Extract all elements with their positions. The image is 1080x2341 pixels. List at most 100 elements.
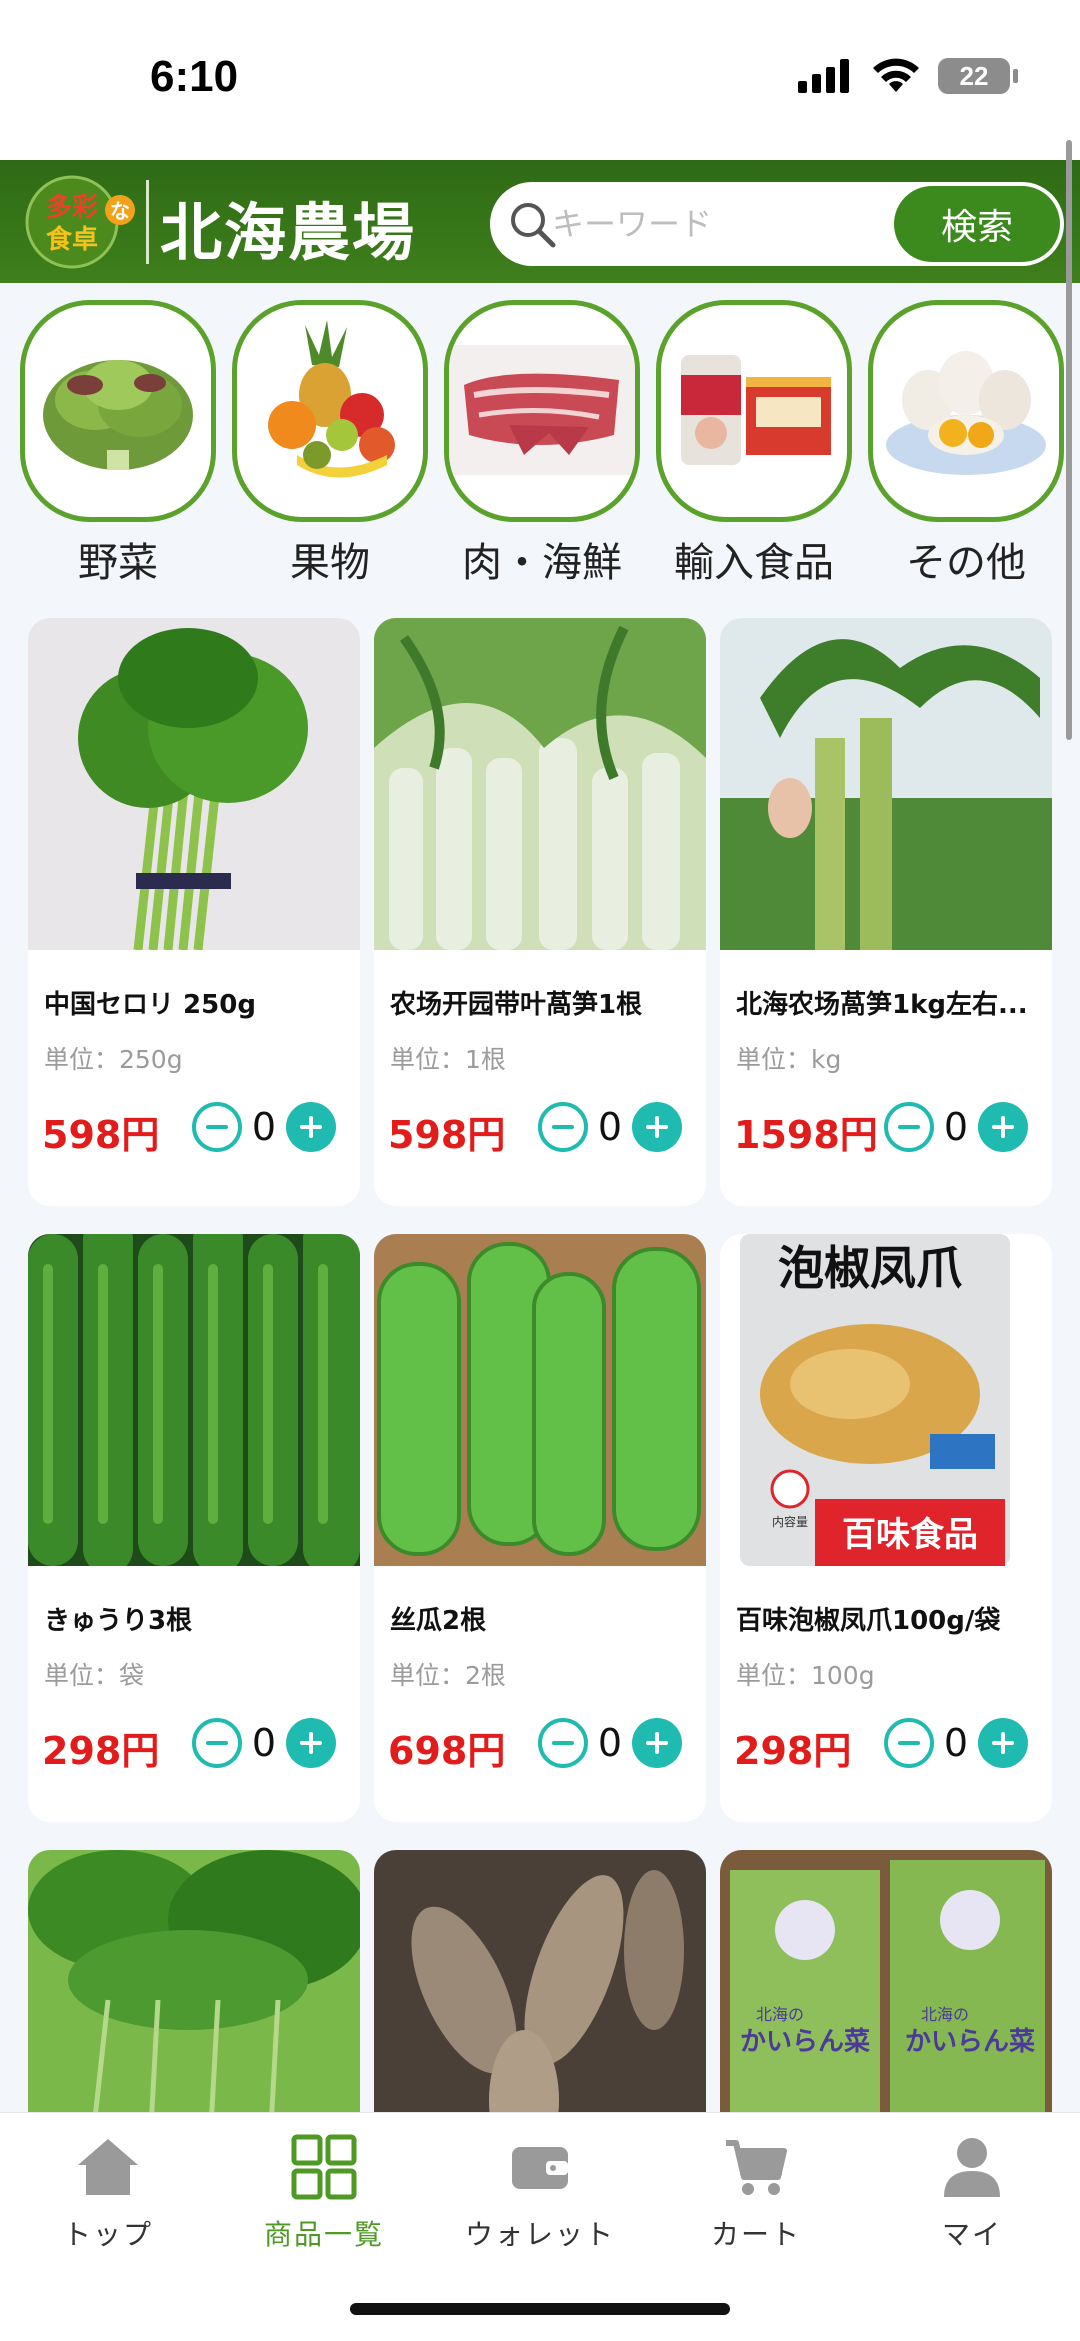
product-card[interactable]: 农场开园带叶萵笋1根 単位：1根 598円 0	[374, 618, 706, 1206]
product-image: 泡椒凤爪 百味食品 内容量	[720, 1234, 1052, 1566]
battery-icon: 22	[938, 58, 1018, 94]
product-name: 中国セロリ 250g	[44, 990, 256, 1020]
search-input[interactable]	[552, 182, 872, 266]
nav-label: トップ	[62, 2218, 153, 2251]
minus-icon[interactable]	[884, 1718, 934, 1768]
wallet-icon	[512, 2147, 568, 2189]
category-bar: 野菜 果物 肉・海鮮 輸入食品 その他	[20, 300, 1064, 590]
quantity-stepper: 0	[538, 1102, 682, 1152]
logo-mark: な	[110, 199, 130, 223]
search-button[interactable]: 検索	[894, 186, 1060, 262]
plus-icon[interactable]	[632, 1102, 682, 1152]
signal-icon	[798, 59, 849, 93]
category-imported-food[interactable]: 輸入食品	[656, 300, 852, 590]
product-unit: 単位：袋	[44, 1661, 145, 1690]
minus-icon[interactable]	[192, 1102, 242, 1152]
product-image	[720, 618, 1052, 950]
product-card[interactable]: 北海农场萵笋1kg左右... 単位：kg 1598円 0	[720, 618, 1052, 1206]
package-title: 泡椒凤爪	[778, 1241, 962, 1295]
quantity-value: 0	[943, 1721, 969, 1765]
minus-icon[interactable]	[192, 1718, 242, 1768]
product-price: 298円	[734, 1729, 852, 1773]
grid-icon	[291, 2134, 357, 2200]
category-meat-seafood[interactable]: 肉・海鮮	[444, 300, 640, 590]
quantity-value: 0	[943, 1105, 969, 1149]
status-time: 6:10	[150, 52, 239, 101]
quantity-stepper: 0	[192, 1102, 336, 1152]
minus-icon[interactable]	[538, 1102, 588, 1152]
nav-item-products[interactable]: 商品一覧	[224, 2133, 424, 2253]
product-image	[374, 1234, 706, 1566]
package-brand: 百味食品	[842, 1515, 978, 1555]
wifi-icon	[873, 58, 919, 92]
nav-label: ウォレット	[464, 2218, 615, 2251]
category-label: その他	[906, 540, 1026, 586]
category-others[interactable]: その他	[868, 300, 1064, 590]
quantity-value: 0	[597, 1721, 623, 1765]
category-label: 野菜	[78, 540, 158, 586]
plus-icon[interactable]	[978, 1102, 1028, 1152]
logo-text-top: 多彩	[46, 193, 98, 223]
minus-icon[interactable]	[884, 1102, 934, 1152]
product-image	[28, 618, 360, 950]
plus-icon[interactable]	[632, 1718, 682, 1768]
category-image	[20, 300, 216, 522]
category-label: 果物	[290, 540, 370, 586]
nav-item-wallet[interactable]: ウォレット	[440, 2133, 640, 2253]
nav-item-top[interactable]: トップ	[8, 2133, 208, 2253]
product-unit: 単位：1根	[390, 1045, 506, 1074]
product-price: 598円	[388, 1113, 506, 1157]
cart-icon	[726, 2140, 787, 2195]
plus-icon[interactable]	[286, 1102, 336, 1152]
product-card[interactable]: 丝瓜2根 単位：2根 698円 0	[374, 1234, 706, 1822]
product-unit: 単位：100g	[736, 1661, 875, 1690]
product-price: 698円	[388, 1729, 506, 1773]
plus-icon[interactable]	[286, 1718, 336, 1768]
app-header: 多彩 食卓 な 北海農場 検索	[0, 160, 1080, 283]
fruit-image	[268, 320, 395, 478]
quantity-value: 0	[251, 1105, 277, 1149]
quantity-stepper: 0	[884, 1102, 1028, 1152]
imported-food-image	[681, 355, 831, 465]
category-image	[868, 300, 1064, 522]
bag-text: かいらん菜	[740, 2027, 870, 2057]
bag-small-text: 北海の	[921, 2005, 969, 2024]
search-icon	[511, 203, 556, 248]
category-vegetables[interactable]: 野菜	[20, 300, 216, 590]
user-icon	[944, 2138, 1000, 2197]
product-unit: 単位：2根	[390, 1661, 506, 1690]
logo-badge[interactable]: 多彩 食卓 な	[12, 174, 136, 270]
product-grid: 中国セロリ 250g 単位：250g 598円 0 农场开园带叶萵笋1根 単位：…	[28, 618, 1052, 2341]
bag-small-text: 北海の	[756, 2005, 804, 2024]
home-icon	[78, 2139, 138, 2195]
category-fruits[interactable]: 果物	[232, 300, 428, 590]
quantity-stepper: 0	[192, 1718, 336, 1768]
minus-icon[interactable]	[538, 1718, 588, 1768]
plus-icon[interactable]	[978, 1718, 1028, 1768]
quantity-stepper: 0	[884, 1718, 1028, 1768]
category-image	[232, 300, 428, 522]
scrollbar[interactable]	[1066, 140, 1072, 740]
package-tag: 内容量	[772, 1514, 808, 1529]
nav-label: カート	[710, 2218, 801, 2251]
search-box[interactable]: 検索	[490, 182, 1064, 266]
nav-item-my[interactable]: マイ	[872, 2133, 1072, 2253]
product-unit: 単位：kg	[736, 1045, 842, 1074]
product-card[interactable]: 泡椒凤爪 百味食品 内容量 百味泡椒凤爪100g/袋 単位：100g 298円 …	[720, 1234, 1052, 1822]
category-image	[656, 300, 852, 522]
category-label: 輸入食品	[674, 540, 834, 586]
quantity-value: 0	[251, 1721, 277, 1765]
product-card[interactable]: 中国セロリ 250g 単位：250g 598円 0	[28, 618, 360, 1206]
product-price: 298円	[42, 1729, 160, 1773]
logo-text-bottom: 食卓	[46, 224, 98, 255]
nav-item-cart[interactable]: カート	[656, 2133, 856, 2253]
quantity-value: 0	[597, 1105, 623, 1149]
lettuce-image	[43, 360, 193, 470]
product-card[interactable]: きゅうり3根 単位：袋 298円 0	[28, 1234, 360, 1822]
home-indicator[interactable]	[350, 2303, 730, 2315]
product-name: 丝瓜2根	[390, 1606, 487, 1636]
brand-title: 北海農場	[160, 196, 417, 269]
product-image	[28, 1234, 360, 1566]
product-name: 北海农场萵笋1kg左右...	[736, 990, 1028, 1020]
nav-label: 商品一覧	[263, 2218, 384, 2251]
